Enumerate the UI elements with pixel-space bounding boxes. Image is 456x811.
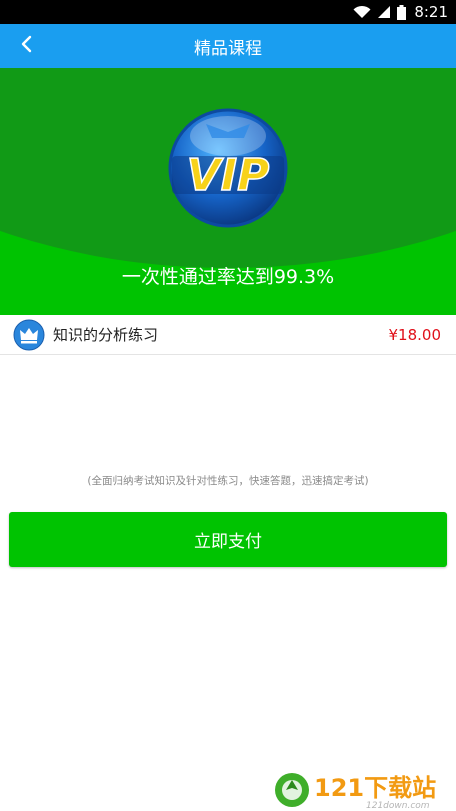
vip-badge-icon: VIP <box>166 106 290 230</box>
chevron-left-icon <box>20 35 32 57</box>
crown-icon <box>13 319 45 351</box>
course-row[interactable]: 知识的分析练习 ¥18.00 <box>0 315 456 355</box>
pay-now-button[interactable]: 立即支付 <box>9 512 447 567</box>
course-description: (全面归纳考试知识及针对性练习，快速答题，迅速搞定考试) <box>87 475 369 487</box>
hero-banner: VIP 一次性通过率达到99.3% <box>0 68 456 315</box>
status-time: 8:21 <box>414 3 448 21</box>
page-title: 精品课程 <box>194 38 262 59</box>
signal-icon <box>377 5 391 19</box>
back-button[interactable] <box>8 24 44 68</box>
wifi-icon <box>353 5 371 19</box>
watermark-text: 121下载站 <box>314 774 436 802</box>
watermark-logo: 121下载站 121down.com <box>270 766 452 811</box>
vip-text: VIP <box>187 150 270 201</box>
course-price: ¥18.00 <box>388 325 442 344</box>
title-bar: 精品课程 <box>0 24 456 68</box>
battery-icon <box>397 4 407 20</box>
watermark-subtext: 121down.com <box>366 801 430 810</box>
pass-rate-text: 一次性通过率达到99.3% <box>121 266 335 288</box>
course-name: 知识的分析练习 <box>53 326 159 344</box>
status-bar: 8:21 <box>0 0 456 24</box>
